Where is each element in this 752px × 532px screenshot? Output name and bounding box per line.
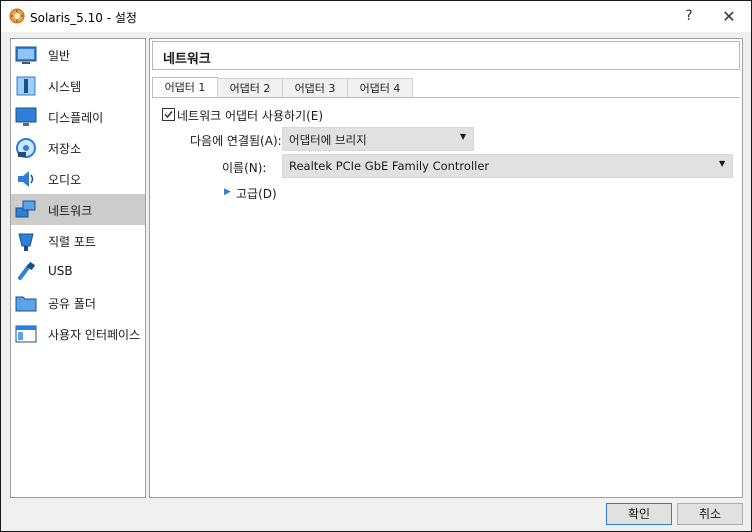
enable-adapter-label: 네트워크 어댑터 사용하기(E) bbox=[177, 109, 324, 123]
help-button[interactable]: ? bbox=[669, 1, 709, 32]
sidebar-item-shared-folder[interactable]: 공유 폴더 bbox=[11, 287, 145, 318]
sidebar-item-label: 사용자 인터페이스 bbox=[48, 328, 141, 342]
attached-to-value: 어댑터에 브리지 bbox=[289, 133, 367, 147]
tab-adapter-4[interactable]: 어댑터 4 bbox=[347, 78, 413, 98]
sidebar-item-label: 공유 폴더 bbox=[48, 297, 96, 311]
advanced-toggle[interactable]: 고급(D) bbox=[236, 185, 277, 202]
sidebar-item-system[interactable]: 시스템 bbox=[11, 70, 145, 101]
user-interface-icon bbox=[15, 325, 37, 343]
chevron-down-icon: ▼ bbox=[719, 159, 726, 168]
chevron-down-icon: ▼ bbox=[460, 132, 467, 141]
sidebar-item-general[interactable]: 일반 bbox=[11, 39, 145, 70]
sidebar-item-network[interactable]: 네트워크 bbox=[11, 194, 145, 225]
expand-arrow-icon[interactable]: ▶ bbox=[224, 187, 231, 197]
sidebar-item-label: 직렬 포트 bbox=[48, 235, 96, 249]
serial-port-icon bbox=[18, 233, 34, 251]
shared-folder-icon bbox=[15, 296, 37, 312]
attached-to-label: 다음에 연결됨(A): bbox=[190, 134, 282, 148]
ok-button[interactable]: 확인 bbox=[606, 503, 672, 525]
sidebar-item-label: 오디오 bbox=[48, 173, 82, 187]
sidebar-item-serial-port[interactable]: 직렬 포트 bbox=[11, 225, 145, 256]
usb-icon bbox=[18, 261, 36, 280]
adapter-1-panel: 네트워크 어댑터 사용하기(E) 다음에 연결됨(A): 어댑터에 브리지 ▼ … bbox=[152, 97, 740, 494]
sidebar-item-label: 시스템 bbox=[48, 80, 82, 94]
tab-adapter-2[interactable]: 어댑터 2 bbox=[217, 78, 283, 98]
adapter-name-select[interactable]: Realtek PCIe GbE Family Controller ▼ bbox=[282, 154, 733, 178]
system-icon bbox=[16, 76, 36, 96]
virtualbox-app-icon bbox=[9, 8, 25, 24]
check-icon bbox=[164, 111, 173, 119]
page-title: 네트워크 bbox=[163, 52, 211, 67]
sidebar-item-label: 저장소 bbox=[48, 142, 82, 156]
sidebar-item-audio[interactable]: 오디오 bbox=[11, 163, 145, 194]
settings-window: Solaris_5.10 - 설정 ? ✕ 일반 시스템 디스플레이 저장소 오… bbox=[0, 0, 752, 532]
page-header: 네트워크 bbox=[152, 41, 740, 70]
storage-icon bbox=[16, 138, 36, 158]
sidebar-item-user-interface[interactable]: 사용자 인터페이스 bbox=[11, 318, 145, 349]
adapter-name-value: Realtek PCIe GbE Family Controller bbox=[289, 159, 490, 173]
cancel-button[interactable]: 취소 bbox=[677, 503, 743, 525]
window-title: Solaris_5.10 - 설정 bbox=[30, 11, 137, 25]
sidebar-item-label: 일반 bbox=[48, 49, 71, 63]
network-icon bbox=[15, 200, 36, 218]
sidebar-item-label: USB bbox=[48, 264, 73, 278]
tab-adapter-3[interactable]: 어댑터 3 bbox=[282, 78, 348, 98]
audio-icon bbox=[18, 171, 34, 187]
sidebar-item-usb[interactable]: USB bbox=[11, 256, 145, 287]
tab-adapter-1[interactable]: 어댑터 1 bbox=[152, 77, 218, 99]
title-bar: Solaris_5.10 - 설정 ? ✕ bbox=[1, 1, 751, 32]
name-label: 이름(N): bbox=[222, 161, 267, 175]
display-icon bbox=[15, 107, 37, 126]
enable-adapter-checkbox[interactable] bbox=[162, 108, 175, 121]
sidebar-item-label: 네트워크 bbox=[48, 204, 93, 218]
sidebar-item-storage[interactable]: 저장소 bbox=[11, 132, 145, 163]
attached-to-select[interactable]: 어댑터에 브리지 ▼ bbox=[282, 127, 474, 151]
general-icon bbox=[15, 46, 37, 64]
close-button[interactable]: ✕ bbox=[709, 1, 749, 32]
settings-content: 네트워크 어댑터 1 어댑터 2 어댑터 3 어댑터 4 네트워크 어댑터 사용… bbox=[149, 38, 743, 498]
sidebar-item-label: 디스플레이 bbox=[48, 111, 104, 125]
sidebar-item-display[interactable]: 디스플레이 bbox=[11, 101, 145, 132]
settings-sidebar: 일반 시스템 디스플레이 저장소 오디오 네트워크 직렬 포트 USB 공유 폴… bbox=[10, 38, 146, 498]
